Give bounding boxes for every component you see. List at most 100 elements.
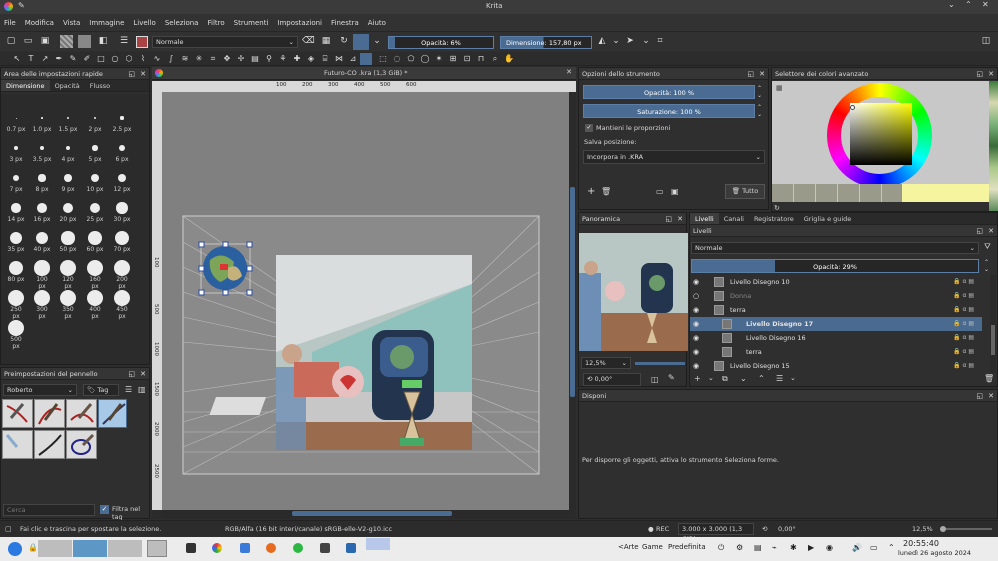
edit-shapes-icon[interactable]: ↗ xyxy=(40,54,50,64)
brush-size-label[interactable]: 1.0 px xyxy=(32,126,52,133)
duplicate-layer-icon[interactable]: ⧉ xyxy=(722,374,728,384)
chevron-down-icon[interactable]: ⌄ xyxy=(610,35,622,47)
menu-window[interactable]: Finestra xyxy=(331,19,359,27)
brush-size-label[interactable]: 500 px xyxy=(6,336,26,350)
eye-icon[interactable]: ◉ xyxy=(693,303,699,317)
brush-size-label[interactable]: 10 px xyxy=(85,186,105,193)
chevron-down-icon[interactable]: ⌄ xyxy=(790,374,796,382)
preset-thumb[interactable] xyxy=(2,430,33,459)
open-document-icon[interactable]: ▭ xyxy=(22,35,34,47)
brush-size-dot[interactable] xyxy=(92,145,98,151)
tab-channels[interactable]: Canali xyxy=(719,213,749,224)
overview-zoom-slider[interactable] xyxy=(635,362,685,365)
desktop-pager-3[interactable] xyxy=(108,540,142,557)
blend-mode-select[interactable]: Normale ⌄ xyxy=(152,36,298,48)
brush-size-label[interactable]: 120 px xyxy=(58,276,78,290)
brush-size-label[interactable]: 25 px xyxy=(85,216,105,223)
brush-size-dot[interactable] xyxy=(117,173,127,183)
menu-settings[interactable]: Impostazioni xyxy=(277,19,322,27)
close-icon[interactable]: ✕ xyxy=(988,225,994,237)
recent-colors-strip[interactable] xyxy=(772,184,989,202)
add-layer-icon[interactable]: + xyxy=(694,374,701,383)
layer-properties-icon[interactable]: ☰ xyxy=(776,374,783,383)
gradient-tool-icon[interactable]: ▤ xyxy=(250,54,260,64)
all-button[interactable]: 🗑 Tutto xyxy=(725,184,765,199)
brush-size-dot[interactable] xyxy=(41,117,43,119)
lock-icon[interactable]: 🔒 xyxy=(28,543,38,552)
ellipse-tool-icon[interactable]: ○ xyxy=(110,54,120,64)
brush-size-dot[interactable] xyxy=(10,232,22,244)
multibrush-icon[interactable]: ✳ xyxy=(194,54,204,64)
fill-tool-icon[interactable]: ◈ xyxy=(306,54,316,64)
pan-tool-icon[interactable]: ✋ xyxy=(504,54,514,64)
preset-thumb-selected[interactable] xyxy=(98,399,127,428)
layer-row[interactable]: ◉ Livello Disegno 16 🔒 α ▤ xyxy=(690,331,982,345)
bluetooth-icon[interactable]: ✱ xyxy=(790,543,797,552)
brush-size-label[interactable]: 20 px xyxy=(58,216,78,223)
brush-size-label[interactable]: 4 px xyxy=(58,156,78,163)
tab-layers[interactable]: Livelli xyxy=(690,213,719,224)
layer-flags-icon[interactable]: 🔒 α ▤ xyxy=(953,289,974,303)
calligraphy-icon[interactable]: ✒ xyxy=(54,54,64,64)
eye-icon[interactable]: ◉ xyxy=(693,331,699,345)
preset-thumb[interactable] xyxy=(34,399,65,428)
dock-toggle-icon[interactable]: ◫ xyxy=(980,35,992,47)
layer-row[interactable]: ◉ terra 🔒 α ▤ xyxy=(690,303,982,317)
brush-size-dot[interactable] xyxy=(12,174,20,182)
brush-size-dot[interactable] xyxy=(114,290,130,306)
preset-thumb[interactable] xyxy=(34,430,65,459)
color-model[interactable]: RGB/Alfa (16 bit interi/canale) sRGB-ell… xyxy=(225,521,392,537)
menu-file[interactable]: File xyxy=(4,19,16,27)
move-up-icon[interactable]: ⌃ xyxy=(758,374,765,383)
color-picker-icon[interactable]: ⚲ xyxy=(264,54,274,64)
brush-size-label[interactable]: 2 px xyxy=(85,126,105,133)
krita-task-icon[interactable] xyxy=(366,538,390,550)
brush-size-label[interactable]: 300 px xyxy=(32,306,52,320)
brush-size-dot[interactable] xyxy=(39,145,45,151)
chevron-down-icon[interactable]: ⌄ xyxy=(371,35,383,47)
crop-icon[interactable]: ⌗ xyxy=(654,35,666,47)
smart-patch-icon[interactable]: ✚ xyxy=(292,54,302,64)
save-icon[interactable]: ▣ xyxy=(671,187,679,196)
save-position-select[interactable]: Incorpora in .KRA ⌄ xyxy=(583,150,765,164)
pin-icon[interactable]: ✎ xyxy=(18,1,25,10)
brush-settings-icon[interactable]: ☰ xyxy=(118,35,130,47)
overview-thumbnail[interactable] xyxy=(579,233,688,351)
activity-game[interactable]: Game xyxy=(642,543,663,551)
tool-opacity-slider[interactable]: Opacità: 100 % xyxy=(583,85,755,99)
brush-size-dot[interactable] xyxy=(60,260,76,276)
spinbox-arrows-icon[interactable]: ⌃ ⌄ xyxy=(757,104,762,118)
text-tool-icon[interactable]: T xyxy=(26,54,36,64)
ellipse-select-icon[interactable]: ◌ xyxy=(392,54,402,64)
preset-search-input[interactable]: Cerca xyxy=(3,504,95,516)
pin-icon[interactable]: ✎ xyxy=(668,373,675,382)
settings-icon[interactable]: ▦ xyxy=(776,84,783,92)
float-icon[interactable]: ◱ xyxy=(128,68,135,80)
float-icon[interactable]: ◱ xyxy=(665,213,672,225)
pattern-icon[interactable] xyxy=(78,35,91,48)
float-icon[interactable]: ◱ xyxy=(976,68,983,80)
close-icon[interactable]: ✕ xyxy=(759,68,765,80)
color-wheel-area[interactable]: ▦ xyxy=(772,81,989,188)
menu-view[interactable]: Vista xyxy=(63,19,80,27)
mirror-icon[interactable]: ◫ xyxy=(651,375,659,384)
dynamic-brush-icon[interactable]: ≋ xyxy=(180,54,190,64)
move-tool-icon[interactable]: ✢ xyxy=(236,54,246,64)
reference-tool-icon[interactable] xyxy=(360,53,372,65)
brush-size-label[interactable]: 12 px xyxy=(112,186,132,193)
brush-size-dot[interactable] xyxy=(8,260,24,276)
brush-size-dot[interactable] xyxy=(65,145,71,151)
refresh-icon[interactable]: ↻ xyxy=(774,204,780,212)
reload-icon[interactable]: ↻ xyxy=(338,35,350,47)
brush-size-label[interactable]: 40 px xyxy=(32,246,52,253)
layer-flags-icon[interactable]: 🔒 α ▤ xyxy=(953,317,974,331)
brush-size-dot[interactable] xyxy=(90,173,100,183)
brush-size-dot[interactable] xyxy=(64,174,72,182)
menu-select[interactable]: Seleziona xyxy=(165,19,199,27)
folder-icon[interactable]: ▭ xyxy=(656,187,664,196)
brush-size-label[interactable]: 3 px xyxy=(6,156,26,163)
brush-size-dot[interactable] xyxy=(15,117,17,119)
similar-select-icon[interactable]: ⊞ xyxy=(448,54,458,64)
clock-time[interactable]: 20:55:40 xyxy=(903,539,939,548)
brush-size-dot[interactable] xyxy=(60,290,76,306)
